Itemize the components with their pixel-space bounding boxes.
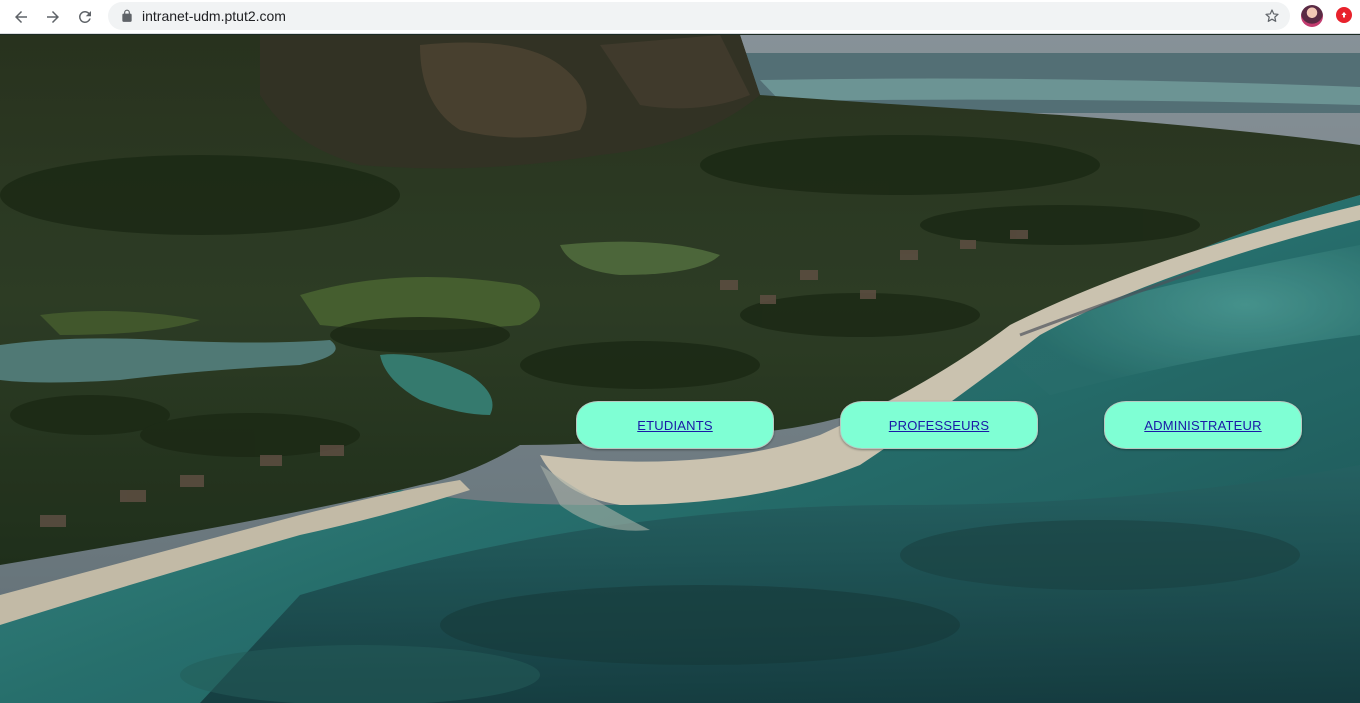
forward-button[interactable] [40,4,66,30]
background-image [0,35,1360,703]
professors-link[interactable]: PROFESSEURS [889,418,989,433]
extension-icon[interactable] [1336,7,1352,23]
admin-link[interactable]: ADMINISTRATEUR [1144,418,1261,433]
back-button[interactable] [8,4,34,30]
avatar[interactable] [1301,5,1323,27]
reload-button[interactable] [72,4,98,30]
lock-icon [120,9,134,23]
address-bar[interactable]: intranet-udm.ptut2.com [108,2,1290,30]
star-icon[interactable] [1264,8,1280,24]
reload-icon [78,10,91,23]
page-content: ETUDIANTS PROFESSEURS ADMINISTRATEUR [0,35,1360,703]
professors-button[interactable]: PROFESSEURS [840,401,1038,449]
url-text: intranet-udm.ptut2.com [142,8,286,24]
students-link[interactable]: ETUDIANTS [637,418,712,433]
admin-button[interactable]: ADMINISTRATEUR [1104,401,1302,449]
browser-toolbar: intranet-udm.ptut2.com [0,0,1360,34]
arrow-left-icon [15,10,27,23]
students-button[interactable]: ETUDIANTS [576,401,774,449]
arrow-right-icon [47,10,59,23]
